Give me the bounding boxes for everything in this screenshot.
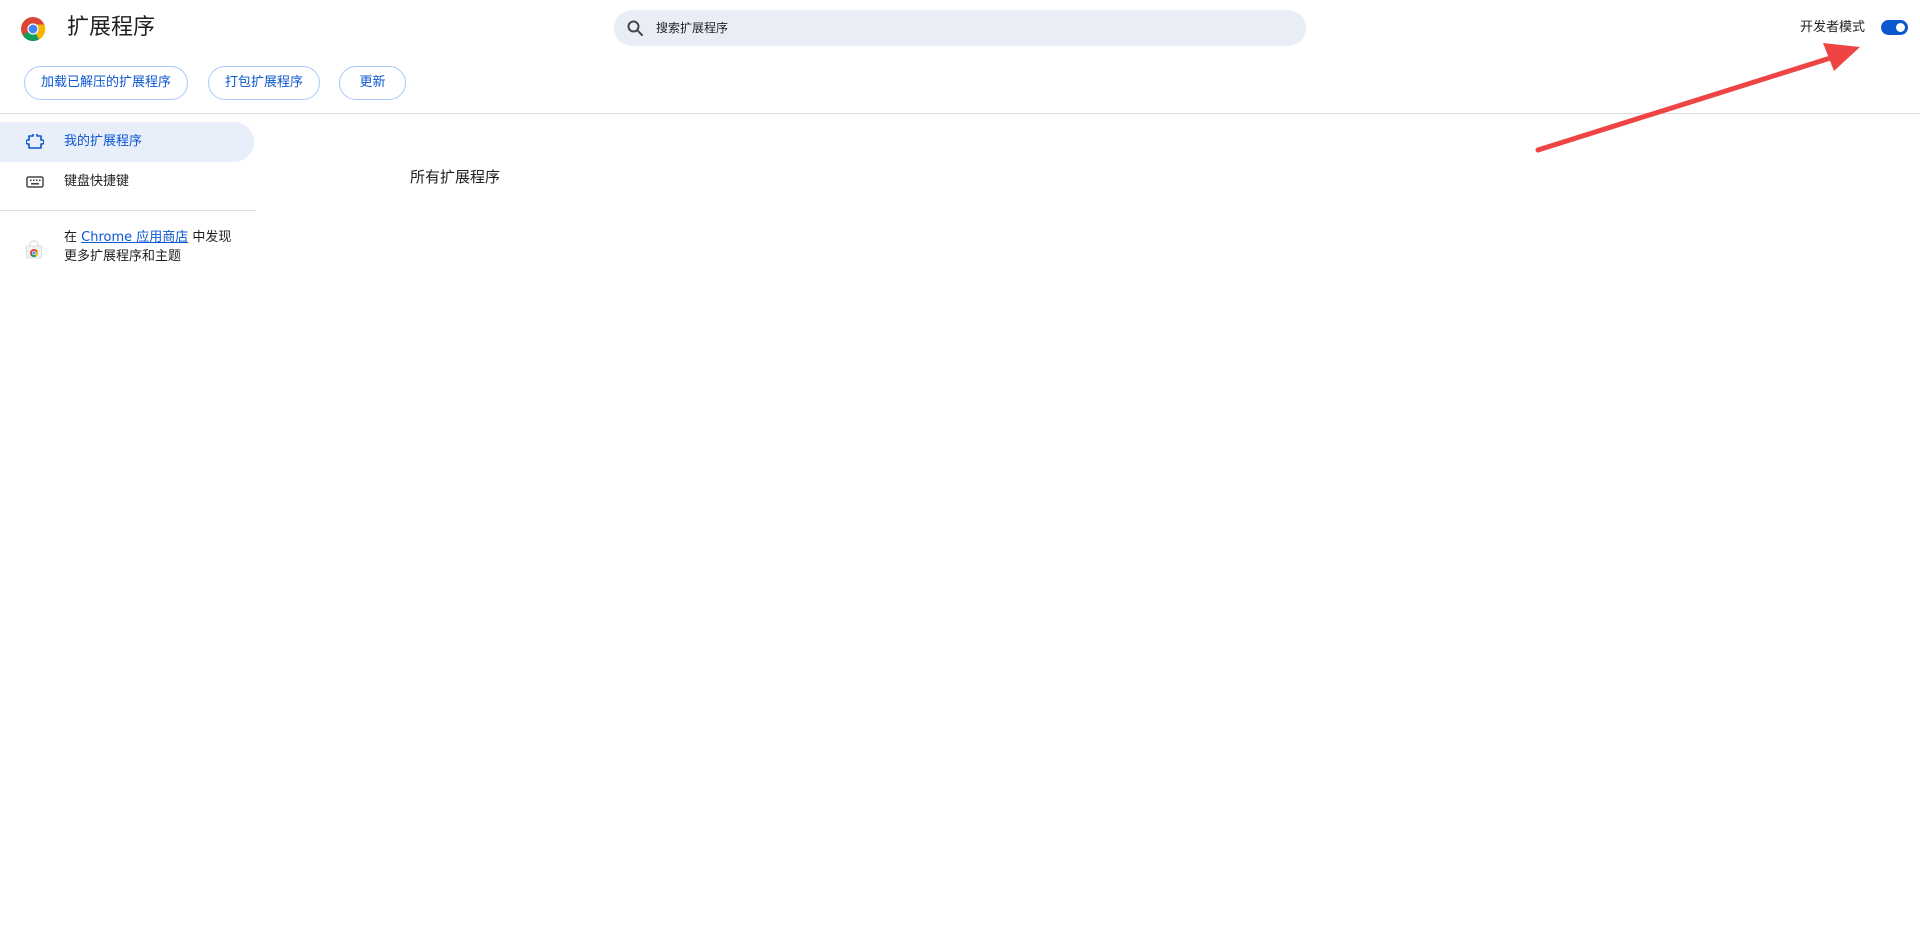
- sidebar-item-label: 我的扩展程序: [64, 134, 143, 149]
- search-icon: [626, 19, 644, 37]
- annotation-arrow: [1535, 43, 1860, 153]
- keyboard-icon: [26, 174, 44, 190]
- web-store-promo-text: 在 Chrome 应用商店 中发现更多扩展程序和主题: [64, 228, 244, 266]
- chrome-logo-icon: [20, 16, 46, 42]
- toggle-knob: [1896, 23, 1905, 32]
- puzzle-piece-icon: [25, 132, 45, 150]
- load-unpacked-button[interactable]: 加载已解压的扩展程序: [24, 66, 188, 100]
- header: 扩展程序 开发者模式: [0, 0, 1920, 56]
- promo-prefix: 在: [64, 230, 82, 245]
- header-divider: [0, 113, 1920, 114]
- developer-mode-label: 开发者模式: [1800, 20, 1866, 35]
- developer-toolbar: 加载已解压的扩展程序 打包扩展程序 更新: [0, 66, 1920, 102]
- web-store-promo: 在 Chrome 应用商店 中发现更多扩展程序和主题: [0, 228, 256, 272]
- sidebar-item-my-extensions[interactable]: 我的扩展程序: [0, 122, 254, 162]
- all-extensions-heading: 所有扩展程序: [410, 168, 501, 186]
- update-button[interactable]: 更新: [339, 66, 406, 100]
- page-title: 扩展程序: [67, 15, 156, 40]
- developer-mode-toggle[interactable]: [1881, 20, 1908, 35]
- pack-extension-button[interactable]: 打包扩展程序: [208, 66, 320, 100]
- search-input[interactable]: [648, 10, 1288, 46]
- sidebar-divider: [0, 210, 256, 211]
- sidebar-item-keyboard-shortcuts[interactable]: 键盘快捷键: [0, 162, 254, 202]
- search-bar[interactable]: [614, 10, 1306, 46]
- chrome-web-store-link[interactable]: Chrome 应用商店: [81, 230, 188, 245]
- sidebar-item-label: 键盘快捷键: [64, 174, 130, 189]
- chrome-web-store-icon: [24, 240, 44, 260]
- extensions-page: 扩展程序 开发者模式 加载已解压的扩展程序 打包扩展程序 更新: [0, 0, 1920, 945]
